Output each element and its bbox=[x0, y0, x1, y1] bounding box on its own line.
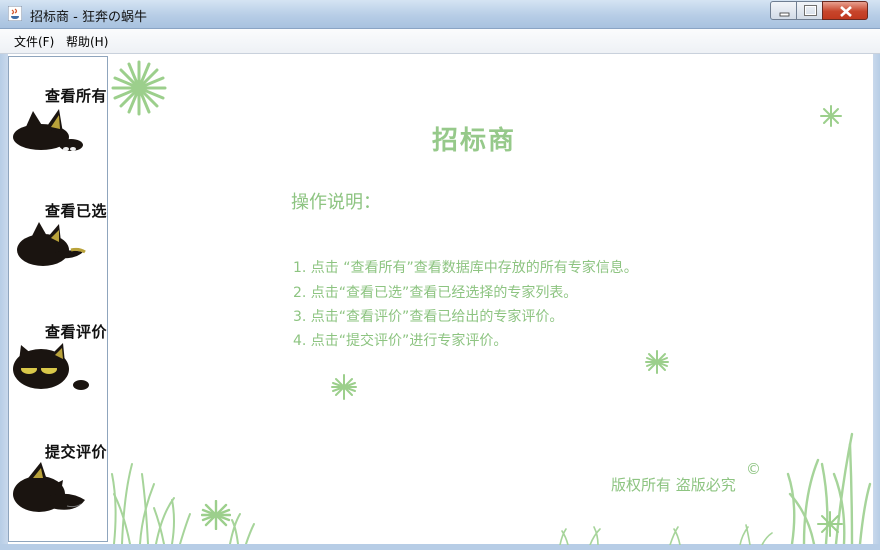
black-cat-icon bbox=[17, 222, 86, 266]
black-cat-icon bbox=[13, 462, 85, 512]
view-reviews-label: 查看评价 bbox=[44, 323, 107, 341]
window-title: 招标商 - 狂奔の蜗牛 bbox=[30, 10, 147, 25]
star-flower-icon bbox=[111, 60, 167, 116]
instruction-line: 4. 点击“提交评价”进行专家评价。 bbox=[293, 333, 508, 349]
java-app-icon bbox=[8, 6, 22, 21]
instruction-line: 1. 点击 “查看所有”查看数据库中存放的所有专家信息。 bbox=[293, 260, 638, 276]
submit-review-button[interactable]: 提交评价 bbox=[9, 422, 109, 532]
grass-icon bbox=[111, 463, 255, 544]
close-icon bbox=[840, 6, 852, 17]
copyright-symbol: © bbox=[746, 460, 761, 478]
star-flower-icon bbox=[820, 105, 842, 127]
title-bar[interactable]: 招标商 - 狂奔の蜗牛 bbox=[0, 0, 880, 29]
close-button[interactable] bbox=[822, 1, 868, 20]
window-frame-left bbox=[0, 54, 8, 550]
minimize-icon bbox=[779, 12, 790, 17]
maximize-button[interactable] bbox=[796, 1, 823, 20]
grass-icon bbox=[786, 432, 872, 544]
grass-icon bbox=[559, 524, 773, 545]
star-flower-icon bbox=[645, 350, 669, 374]
view-selected-button[interactable]: 查看已选 bbox=[9, 192, 109, 302]
menu-help[interactable]: 帮助(H) bbox=[66, 33, 108, 50]
instructions-heading: 操作说明： bbox=[291, 192, 381, 213]
black-cat-icon bbox=[13, 109, 83, 151]
minimize-button[interactable] bbox=[770, 1, 797, 20]
star-flower-icon bbox=[331, 374, 357, 400]
maximize-icon bbox=[804, 5, 817, 16]
instruction-line: 3. 点击“查看评价”查看已给出的专家评价。 bbox=[293, 309, 564, 325]
copyright-text: 版权所有 盗版必究 bbox=[611, 476, 736, 494]
submit-review-label: 提交评价 bbox=[44, 443, 107, 461]
view-selected-label: 查看已选 bbox=[44, 202, 107, 220]
window-frame-right bbox=[873, 54, 880, 550]
view-all-button[interactable]: 查看所有 bbox=[9, 77, 109, 187]
instruction-line: 2. 点击“查看已选”查看已经选择的专家列表。 bbox=[293, 285, 578, 301]
view-all-label: 查看所有 bbox=[44, 87, 107, 105]
sidebar: 查看所有 查看已选 查看评价 提交评价 bbox=[8, 56, 108, 542]
view-reviews-button[interactable]: 查看评价 bbox=[9, 307, 109, 417]
menu-bar: 文件(F) 帮助(H) bbox=[0, 29, 880, 54]
app-window: 招标商 - 狂奔の蜗牛 文件(F) 帮助(H) 查看所有 查看已选 查看评价 提… bbox=[0, 0, 880, 550]
black-cat-icon bbox=[13, 343, 89, 390]
page-title: 招标商 bbox=[432, 126, 517, 156]
menu-file[interactable]: 文件(F) bbox=[14, 33, 54, 50]
